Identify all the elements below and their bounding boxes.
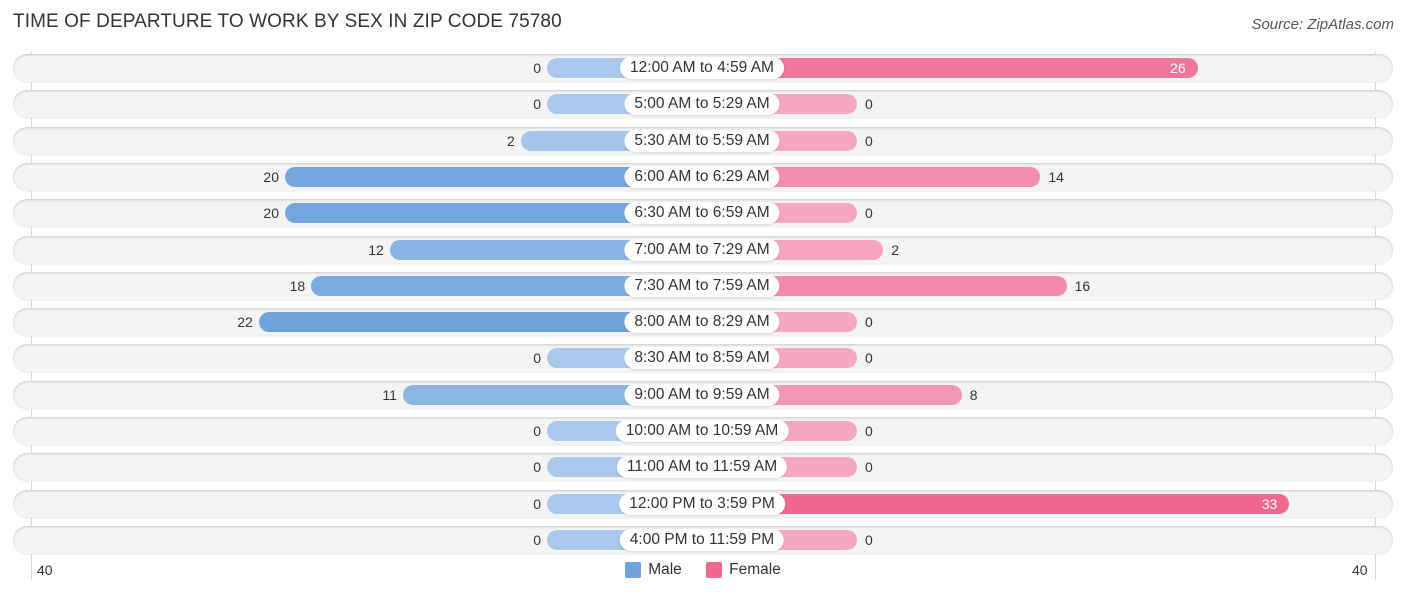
source-label: Source: ZipAtlas.com bbox=[1251, 16, 1394, 33]
value-label-male: 0 bbox=[533, 350, 541, 367]
value-label-male: 0 bbox=[533, 495, 541, 512]
value-label-male: 0 bbox=[533, 423, 541, 439]
bar-female[interactable] bbox=[702, 493, 1290, 514]
category-label: 8:00 AM to 8:29 AM bbox=[624, 311, 780, 334]
category-label: 11:00 AM to 11:59 AM bbox=[616, 456, 788, 479]
category-label: 12:00 AM to 4:59 AM bbox=[620, 57, 784, 79]
value-label-male: 20 bbox=[263, 205, 279, 222]
value-label-male: 2 bbox=[507, 132, 515, 149]
legend-item-male[interactable]: Male bbox=[625, 561, 682, 579]
value-label-female: 0 bbox=[865, 531, 873, 548]
category-label: 9:00 AM to 9:59 AM bbox=[624, 383, 780, 406]
value-label-male: 0 bbox=[533, 531, 541, 548]
value-label-female: 0 bbox=[865, 350, 873, 367]
value-label-female: 0 bbox=[865, 96, 873, 113]
value-label-male: 20 bbox=[263, 168, 279, 185]
value-label-female: 0 bbox=[865, 459, 873, 476]
value-label-male: 0 bbox=[533, 60, 541, 76]
category-label: 4:00 PM to 11:59 PM bbox=[619, 528, 785, 551]
value-label-female: 0 bbox=[865, 205, 873, 222]
value-label-male: 22 bbox=[237, 314, 253, 331]
legend-label-male: Male bbox=[648, 561, 682, 578]
value-label-female: 33 bbox=[1261, 495, 1278, 512]
value-label-male: 0 bbox=[533, 96, 541, 113]
category-label: 7:00 AM to 7:29 AM bbox=[624, 238, 780, 261]
value-label-male: 18 bbox=[289, 277, 306, 294]
value-label-male: 12 bbox=[368, 241, 384, 258]
category-label: 5:00 AM to 5:29 AM bbox=[624, 93, 780, 116]
value-label-male: 0 bbox=[533, 459, 541, 476]
value-label-female: 0 bbox=[865, 314, 873, 331]
category-label: 6:30 AM to 6:59 AM bbox=[624, 202, 780, 225]
legend-swatch-male bbox=[625, 562, 642, 578]
category-label: 12:00 PM to 3:59 PM bbox=[619, 492, 785, 515]
value-label-male: 11 bbox=[382, 386, 397, 403]
category-label: 7:30 AM to 7:59 AM bbox=[624, 274, 780, 297]
value-label-female: 0 bbox=[865, 423, 873, 439]
category-label: 10:00 AM to 10:59 AM bbox=[615, 420, 789, 442]
legend: Male Female bbox=[0, 561, 1406, 583]
category-label: 5:30 AM to 5:59 AM bbox=[624, 129, 780, 152]
category-label: 6:00 AM to 6:29 AM bbox=[624, 165, 780, 188]
legend-item-female[interactable]: Female bbox=[706, 561, 781, 579]
legend-swatch-female bbox=[706, 562, 723, 578]
value-label-female: 8 bbox=[969, 386, 978, 403]
value-label-female: 26 bbox=[1170, 60, 1186, 76]
chart-title: TIME OF DEPARTURE TO WORK BY SEX IN ZIP … bbox=[13, 11, 562, 32]
legend-label-female: Female bbox=[729, 561, 781, 578]
value-label-female: 0 bbox=[865, 132, 873, 149]
value-label-female: 16 bbox=[1074, 277, 1091, 294]
category-label: 8:30 AM to 8:59 AM bbox=[624, 347, 780, 370]
value-label-female: 2 bbox=[891, 241, 899, 258]
value-label-female: 14 bbox=[1048, 168, 1064, 185]
